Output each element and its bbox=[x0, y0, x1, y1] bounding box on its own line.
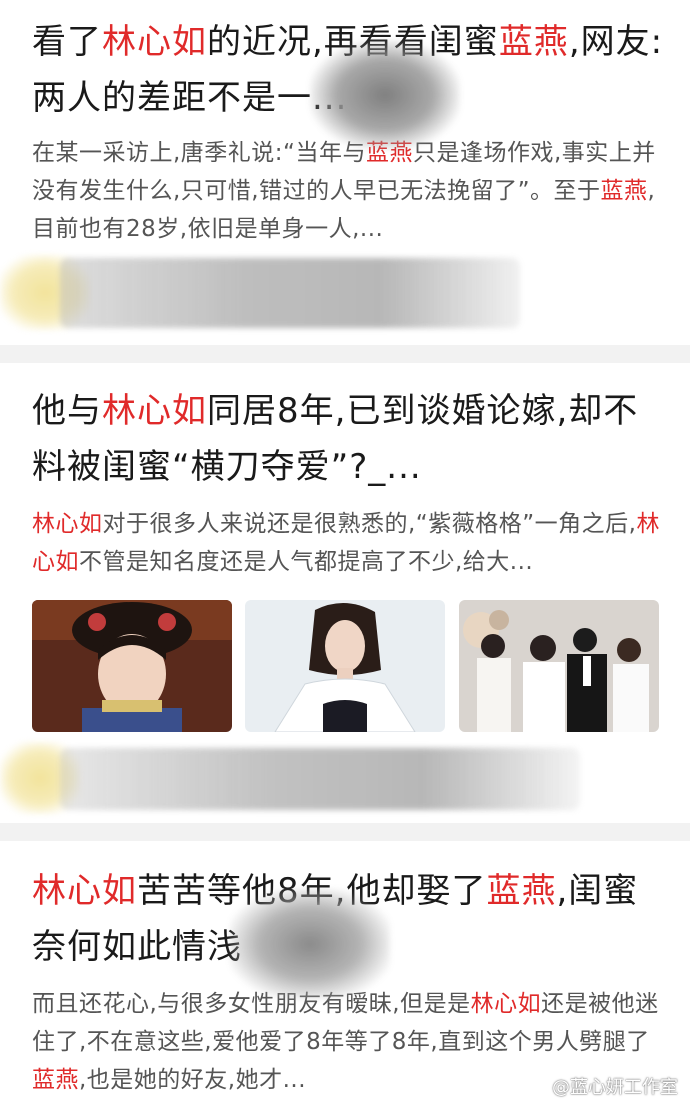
snippet-keyword: 林心如 bbox=[470, 991, 542, 1017]
thumbnail-row bbox=[32, 600, 659, 732]
weibo-logo-icon bbox=[522, 1078, 544, 1096]
article-card-1[interactable]: 看了林心如的近况,再看看闺蜜蓝燕,网友:两人的差距不是一... 在某一采访上,唐… bbox=[0, 0, 690, 345]
title-keyword: 林心如 bbox=[102, 22, 207, 62]
redaction-scribble bbox=[310, 40, 460, 150]
article-card-3[interactable]: 林心如苦苦等他8年,他却娶了蓝燕,闺蜜奈何如此情浅 而且还花心,与很多女性朋友有… bbox=[0, 841, 690, 1105]
snippet-text: ,也是她的好友,她才... bbox=[79, 1067, 307, 1093]
section-divider bbox=[0, 345, 690, 363]
title-keyword: 蓝燕 bbox=[498, 22, 569, 62]
title-keyword: 林心如 bbox=[102, 391, 207, 431]
watermark-text: @蓝心妍工作室 bbox=[552, 1077, 678, 1098]
title-text: 两人的差距不是一... bbox=[32, 78, 348, 118]
article-snippet-1: 在某一采访上,唐季礼说:“当年与蓝燕只是逢场作戏,事实上并没有发生什么,只可惜,… bbox=[32, 134, 668, 248]
redaction-scribble bbox=[60, 258, 520, 328]
thumbnail-image-1[interactable] bbox=[32, 600, 232, 732]
section-divider bbox=[0, 823, 690, 841]
redaction-scribble bbox=[60, 748, 580, 810]
title-keyword: 蓝燕 bbox=[486, 871, 557, 911]
title-text: ,网友: bbox=[568, 22, 664, 62]
snippet-keyword: 蓝燕 bbox=[32, 1067, 79, 1093]
snippet-text: 对于很多人来说还是很熟悉的,“紫薇格格”一角之后, bbox=[102, 511, 637, 537]
weibo-watermark: @蓝心妍工作室 bbox=[522, 1073, 678, 1099]
thumbnail-image-3[interactable] bbox=[459, 600, 659, 732]
redaction-scribble bbox=[230, 889, 390, 999]
thumbnail-image-2[interactable] bbox=[245, 600, 445, 732]
article-title-2[interactable]: 他与林心如同居8年,已到谈婚论嫁,却不料被闺蜜“横刀夺爱”?_... bbox=[32, 383, 672, 495]
snippet-keyword: 林心如 bbox=[32, 511, 103, 537]
article-snippet-2: 林心如对于很多人来说还是很熟悉的,“紫薇格格”一角之后,林心如不管是知名度还是人… bbox=[32, 505, 668, 581]
title-text: 看了 bbox=[32, 22, 102, 62]
title-keyword: 林心如 bbox=[32, 871, 137, 911]
snippet-text: 不管是知名度还是人气都提高了不少,给大... bbox=[79, 549, 534, 575]
title-text: 他与 bbox=[32, 391, 102, 431]
snippet-keyword: 蓝燕 bbox=[600, 178, 648, 204]
